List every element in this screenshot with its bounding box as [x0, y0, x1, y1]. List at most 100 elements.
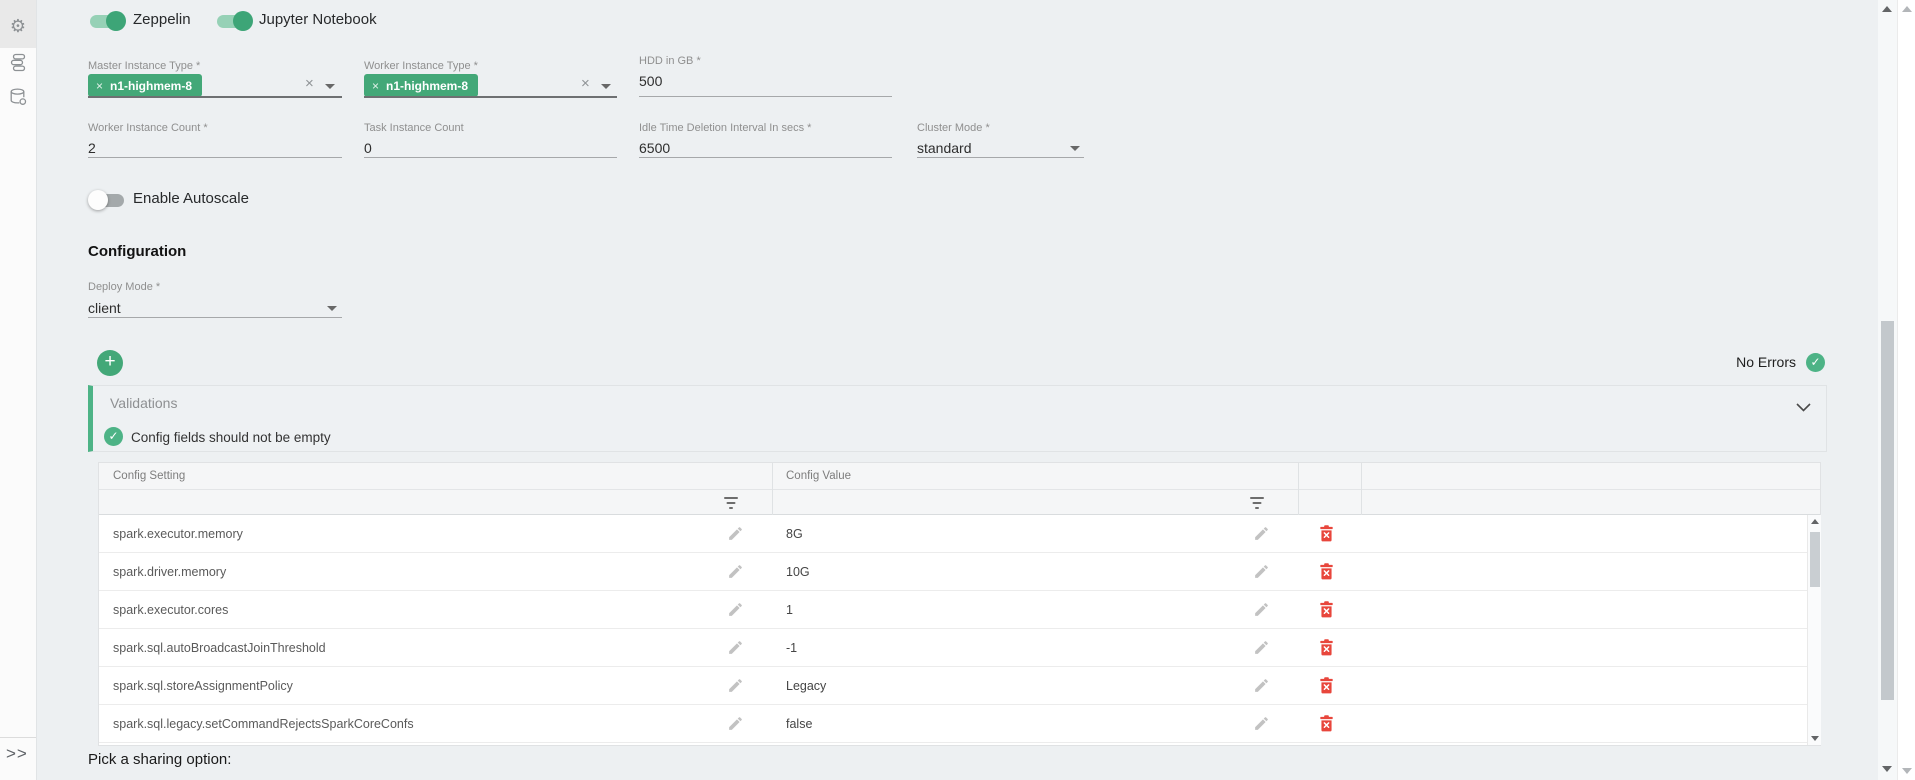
jupyter-notebook-toggle[interactable]	[215, 12, 253, 30]
table-row: spark.sql.legacy.setCommandRejectsSparkC…	[99, 705, 1807, 743]
column-divider	[1361, 463, 1362, 515]
field-underline	[917, 157, 1084, 158]
field-underline	[639, 157, 892, 158]
cluster-mode-label: Cluster Mode *	[917, 122, 990, 134]
edit-icon[interactable]	[1253, 591, 1270, 628]
field-underline	[88, 157, 342, 158]
worker-instance-type-chip[interactable]: × n1-highmem-8	[364, 74, 478, 97]
no-errors-label: No Errors	[1700, 354, 1796, 370]
filter-icon[interactable]	[1249, 497, 1265, 509]
database-icon[interactable]	[0, 87, 36, 113]
window-scrollbar[interactable]	[1897, 0, 1915, 780]
validations-panel: Validations ✓ Config fields should not b…	[88, 385, 1827, 452]
delete-icon[interactable]	[1317, 705, 1336, 742]
delete-icon[interactable]	[1317, 629, 1336, 666]
scroll-up-icon[interactable]	[1811, 519, 1819, 524]
column-divider	[1298, 463, 1299, 515]
edit-icon[interactable]	[727, 667, 744, 704]
edit-icon[interactable]	[1253, 553, 1270, 590]
chevron-down-icon[interactable]	[1070, 146, 1080, 151]
validation-check-icon: ✓	[104, 427, 123, 446]
idle-time-deletion-interval-label: Idle Time Deletion Interval In secs *	[639, 122, 811, 134]
config-setting-header: Config Setting	[113, 470, 185, 482]
delete-icon[interactable]	[1317, 515, 1336, 552]
edit-icon[interactable]	[727, 553, 744, 590]
jupyter-notebook-toggle-label: Jupyter Notebook	[259, 11, 377, 28]
hdd-in-gb-label: HDD in GB *	[639, 55, 701, 67]
field-underline	[88, 317, 342, 318]
field-underline	[364, 157, 617, 158]
edit-icon[interactable]	[727, 515, 744, 552]
scroll-down-icon[interactable]	[1902, 768, 1912, 774]
field-underline	[364, 96, 617, 98]
collapse-chevron-icon[interactable]	[1796, 399, 1811, 417]
table-row: spark.sql.autoBroadcastJoinThreshold -1	[99, 629, 1807, 667]
table-header-row: Config Setting Config Value	[99, 463, 1820, 490]
scroll-up-icon[interactable]	[1882, 6, 1892, 12]
config-setting-cell: spark.executor.memory	[113, 515, 243, 552]
idle-time-deletion-interval-input[interactable]: 6500	[639, 140, 670, 156]
field-underline	[639, 96, 892, 97]
scrollbar-thumb[interactable]	[1881, 321, 1894, 700]
left-sidebar: ⚙ >>	[0, 0, 37, 780]
edit-icon[interactable]	[727, 591, 744, 628]
chevron-down-icon[interactable]	[325, 84, 335, 89]
config-setting-cell: spark.executor.cores	[113, 591, 228, 628]
edit-icon[interactable]	[1253, 667, 1270, 704]
chevron-down-icon[interactable]	[327, 306, 337, 311]
hdd-in-gb-input[interactable]: 500	[639, 73, 662, 89]
config-value-cell: 1	[786, 591, 793, 628]
zeppelin-toggle[interactable]	[88, 12, 126, 30]
chevron-down-icon[interactable]	[601, 84, 611, 89]
delete-icon[interactable]	[1317, 553, 1336, 590]
page-scrollbar[interactable]	[1878, 0, 1897, 780]
edit-icon[interactable]	[727, 629, 744, 666]
no-errors-check-icon: ✓	[1806, 353, 1825, 372]
config-value-cell: Legacy	[786, 667, 826, 704]
configuration-section-title: Configuration	[88, 243, 186, 260]
table-row: spark.sql.storeAssignmentPolicy Legacy	[99, 667, 1807, 705]
table-row: spark.executor.cores 1	[99, 591, 1807, 629]
stack-icon[interactable]	[0, 52, 36, 79]
table-row: spark.driver.memory 10G	[99, 553, 1807, 591]
add-config-button[interactable]: +	[97, 350, 123, 376]
scroll-down-icon[interactable]	[1811, 736, 1819, 741]
chip-label: n1-highmem-8	[110, 79, 192, 93]
zeppelin-toggle-label: Zeppelin	[133, 11, 191, 28]
master-instance-type-chip[interactable]: × n1-highmem-8	[88, 74, 202, 97]
edit-icon[interactable]	[1253, 705, 1270, 742]
config-setting-cell: spark.sql.autoBroadcastJoinThreshold	[113, 629, 326, 666]
enable-autoscale-label: Enable Autoscale	[133, 190, 249, 207]
worker-instance-count-label: Worker Instance Count *	[88, 122, 208, 134]
chip-label: n1-highmem-8	[386, 79, 468, 93]
expand-sidebar-icon[interactable]: >>	[6, 744, 28, 764]
scrollbar-thumb[interactable]	[1810, 532, 1820, 587]
cluster-mode-select[interactable]: standard	[917, 140, 971, 156]
toggle-knob	[106, 11, 126, 31]
clear-icon[interactable]: ×	[581, 77, 590, 91]
worker-instance-count-input[interactable]: 2	[88, 140, 96, 156]
validations-title: Validations	[110, 395, 177, 411]
config-setting-cell: spark.driver.memory	[113, 553, 226, 590]
cluster-config-screen: ⚙ >> Zeppelin Jupyter Notebook	[0, 0, 1915, 780]
task-instance-count-input[interactable]: 0	[364, 140, 372, 156]
edit-icon[interactable]	[727, 705, 744, 742]
clear-icon[interactable]: ×	[305, 77, 314, 91]
settings-icon[interactable]: ⚙	[0, 16, 36, 36]
scroll-up-icon[interactable]	[1902, 6, 1912, 12]
edit-icon[interactable]	[1253, 629, 1270, 666]
table-filter-row	[99, 490, 1820, 515]
edit-icon[interactable]	[1253, 515, 1270, 552]
scroll-down-icon[interactable]	[1882, 766, 1892, 772]
filter-icon[interactable]	[723, 497, 739, 509]
toggle-knob	[88, 190, 108, 210]
deploy-mode-select[interactable]: client	[88, 300, 121, 316]
enable-autoscale-toggle[interactable]	[88, 191, 126, 209]
config-value-cell: 8G	[786, 515, 803, 552]
table-scrollbar[interactable]	[1807, 515, 1821, 745]
delete-icon[interactable]	[1317, 667, 1336, 704]
config-value-cell: -1	[786, 629, 797, 666]
delete-icon[interactable]	[1317, 591, 1336, 628]
chip-remove-icon[interactable]: ×	[372, 79, 379, 93]
chip-remove-icon[interactable]: ×	[96, 79, 103, 93]
